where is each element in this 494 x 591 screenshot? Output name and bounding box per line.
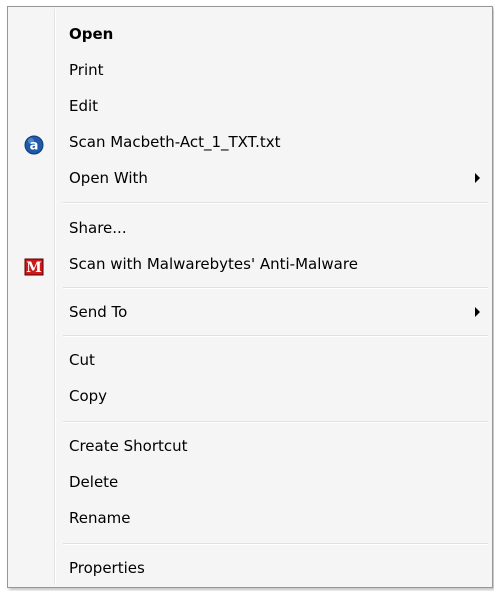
menu-separator (63, 202, 488, 204)
menu-item-delete[interactable]: Delete (10, 464, 490, 500)
menu-separator (63, 543, 488, 545)
submenu-arrow-icon (475, 173, 480, 183)
menu-item-label: Cut (69, 351, 95, 369)
menu-item-share[interactable]: Share... (10, 210, 490, 246)
menu-item-open-with[interactable]: Open With (10, 160, 490, 196)
menu-separator (63, 335, 488, 337)
menu-item-send-to[interactable]: Send To (10, 294, 490, 330)
menu-item-open[interactable]: Open (10, 16, 490, 52)
menu-item-cut[interactable]: Cut (10, 342, 490, 378)
menu-item-copy[interactable]: Copy (10, 378, 490, 414)
malwarebytes-icon: M (24, 254, 44, 276)
menu-item-scan-malwarebytes[interactable]: M Scan with Malwarebytes' Anti-Malware (10, 246, 490, 282)
menu-item-create-shortcut[interactable]: Create Shortcut (10, 428, 490, 464)
menu-item-label: Open (69, 25, 114, 43)
menu-item-label: Share... (69, 219, 127, 237)
avast-icon-letter: a (30, 139, 39, 154)
menu-item-label: Scan Macbeth-Act_1_TXT.txt (69, 133, 281, 151)
submenu-arrow-icon (475, 307, 480, 317)
menu-item-label: Scan with Malwarebytes' Anti-Malware (69, 255, 358, 273)
menu-item-label: Create Shortcut (69, 437, 188, 455)
menu-item-label: Copy (69, 387, 108, 405)
menu-item-rename[interactable]: Rename (10, 500, 490, 536)
menu-item-scan-avast[interactable]: a Scan Macbeth-Act_1_TXT.txt (10, 124, 490, 160)
menu-item-properties[interactable]: Properties (10, 550, 490, 586)
menu-item-label: Edit (69, 97, 99, 115)
menu-item-edit[interactable]: Edit (10, 88, 490, 124)
menu-item-print[interactable]: Print (10, 52, 490, 88)
menu-item-label: Delete (69, 473, 119, 491)
menu-item-label: Rename (69, 509, 131, 527)
menu-item-label: Print (69, 61, 104, 79)
malwarebytes-icon-letter: M (26, 260, 42, 276)
menu-item-label: Open With (69, 169, 148, 187)
avast-antivirus-icon: a (24, 132, 44, 155)
menu-item-label: Send To (69, 303, 128, 321)
menu-item-label: Properties (69, 559, 145, 577)
context-menu: Open Print Edit a Scan Macbeth-Act_1_TXT… (7, 6, 493, 588)
menu-separator (63, 421, 488, 423)
menu-separator (63, 287, 488, 289)
